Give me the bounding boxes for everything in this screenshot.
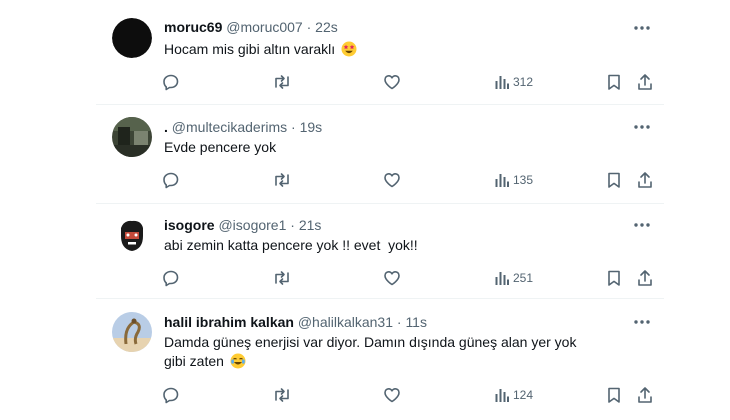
retweet-icon: [275, 271, 289, 285]
heart-icon: [384, 173, 400, 188]
tweet-text: Damda güneş enerjisi var diyor. Damın dı…: [164, 333, 594, 371]
share-button[interactable]: [636, 170, 654, 190]
views-count: 135: [513, 173, 534, 187]
views-button[interactable]: 251: [494, 268, 533, 288]
retweet-icon: [275, 388, 289, 402]
avatar[interactable]: [112, 312, 152, 352]
display-name[interactable]: .: [164, 119, 168, 135]
bookmark-button[interactable]: [606, 268, 622, 288]
action-bar: 135: [96, 170, 664, 190]
share-button[interactable]: [636, 385, 654, 405]
timestamp[interactable]: 22s: [315, 19, 338, 35]
user-handle[interactable]: @moruc007: [226, 19, 302, 35]
tweet-header: isogore @isogore1 · 21s: [164, 216, 321, 234]
reply-button[interactable]: [162, 72, 180, 92]
display-name[interactable]: isogore: [164, 217, 215, 233]
separator-dot: ·: [396, 314, 402, 330]
separator-dot: ·: [290, 217, 295, 233]
user-handle[interactable]: @multecikaderims: [172, 119, 287, 135]
bookmark-icon: [608, 270, 620, 286]
display-name[interactable]: halil ibrahim kalkan: [164, 314, 294, 330]
action-bar: 312: [96, 72, 664, 92]
views-button[interactable]: 135: [494, 170, 533, 190]
user-handle[interactable]: @halilkalkan31: [298, 314, 393, 330]
share-button[interactable]: [636, 268, 654, 288]
views-button[interactable]: 312: [494, 72, 533, 92]
share-icon: [638, 387, 652, 403]
share-icon: [638, 74, 652, 90]
retweet-button[interactable]: [272, 72, 292, 92]
separator-dot: ·: [306, 19, 312, 35]
action-bar: 251: [96, 268, 664, 288]
tweet-header: moruc69 @moruc007 · 22s: [164, 18, 338, 36]
reply-icon: [163, 270, 179, 287]
reply-button[interactable]: [162, 170, 180, 190]
bookmark-icon: [608, 74, 620, 90]
retweet-icon: [275, 173, 289, 187]
separator-dot: ·: [291, 119, 296, 135]
action-bar: 124: [96, 385, 664, 405]
reply-tweet[interactable]: isogore @isogore1 · 21s abi zemin katta …: [96, 204, 664, 298]
tweet-text-content: Damda güneş enerjisi var diyor. Damın dı…: [164, 334, 577, 369]
replies-feed: moruc69 @moruc007 · 22s Hocam mis gibi a…: [96, 0, 664, 420]
views-icon: [495, 272, 509, 285]
share-icon: [638, 270, 652, 286]
views-count: 312: [513, 75, 534, 89]
retweet-button[interactable]: [272, 385, 292, 405]
tweet-text: Evde pencere yok: [164, 138, 654, 157]
heart-icon: [384, 271, 400, 286]
tweet-header: halil ibrahim kalkan @halilkalkan31 · 11…: [164, 313, 427, 331]
views-count: 124: [513, 388, 534, 402]
tweet-text-content: Evde pencere yok: [164, 139, 277, 155]
retweet-button[interactable]: [272, 268, 292, 288]
avatar[interactable]: [112, 117, 152, 157]
timestamp[interactable]: 19s: [300, 119, 323, 135]
bookmark-icon: [608, 387, 620, 403]
share-button[interactable]: [636, 72, 654, 92]
views-icon: [495, 76, 509, 89]
reply-tweet[interactable]: . @multecikaderims · 19s Evde pencere yo…: [96, 105, 664, 203]
views-icon: [495, 174, 509, 187]
like-button[interactable]: [383, 72, 401, 92]
timestamp[interactable]: 21s: [299, 217, 322, 233]
tweet-header: . @multecikaderims · 19s: [164, 118, 322, 136]
like-button[interactable]: [383, 170, 401, 190]
star-struck-emoji: [341, 41, 357, 57]
reply-button[interactable]: [162, 268, 180, 288]
timestamp[interactable]: 11s: [405, 314, 427, 330]
avatar[interactable]: [112, 216, 152, 256]
heart-icon: [384, 388, 400, 403]
bookmark-button[interactable]: [606, 170, 622, 190]
bookmark-button[interactable]: [606, 72, 622, 92]
reply-tweet[interactable]: moruc69 @moruc007 · 22s Hocam mis gibi a…: [96, 0, 664, 104]
user-handle[interactable]: @isogore1: [218, 217, 286, 233]
views-button[interactable]: 124: [494, 385, 533, 405]
share-icon: [638, 172, 652, 188]
heart-icon: [384, 75, 400, 90]
reply-button[interactable]: [162, 385, 180, 405]
retweet-icon: [275, 75, 289, 89]
views-icon: [495, 389, 509, 402]
more-icon[interactable]: [632, 216, 652, 234]
reply-icon: [163, 74, 179, 91]
reply-icon: [163, 172, 179, 189]
avatar[interactable]: [112, 18, 152, 58]
views-count: 251: [513, 271, 534, 285]
like-button[interactable]: [383, 385, 401, 405]
more-icon[interactable]: [632, 19, 652, 37]
more-icon[interactable]: [632, 118, 652, 136]
more-icon[interactable]: [632, 313, 652, 331]
like-button[interactable]: [383, 268, 401, 288]
tweet-text-content: Hocam mis gibi altın varaklı: [164, 41, 336, 57]
tweet-text: abi zemin katta pencere yok !! evet yok!…: [164, 236, 654, 255]
tweet-text: Hocam mis gibi altın varaklı: [164, 40, 654, 59]
crying-laughing-emoji: [230, 353, 246, 369]
bookmark-button[interactable]: [606, 385, 622, 405]
bookmark-icon: [608, 172, 620, 188]
retweet-button[interactable]: [272, 170, 292, 190]
display-name[interactable]: moruc69: [164, 19, 222, 35]
tweet-text-content: abi zemin katta pencere yok !! evet yok!…: [164, 237, 418, 253]
reply-tweet[interactable]: halil ibrahim kalkan @halilkalkan31 · 11…: [96, 299, 664, 420]
reply-icon: [163, 387, 179, 404]
